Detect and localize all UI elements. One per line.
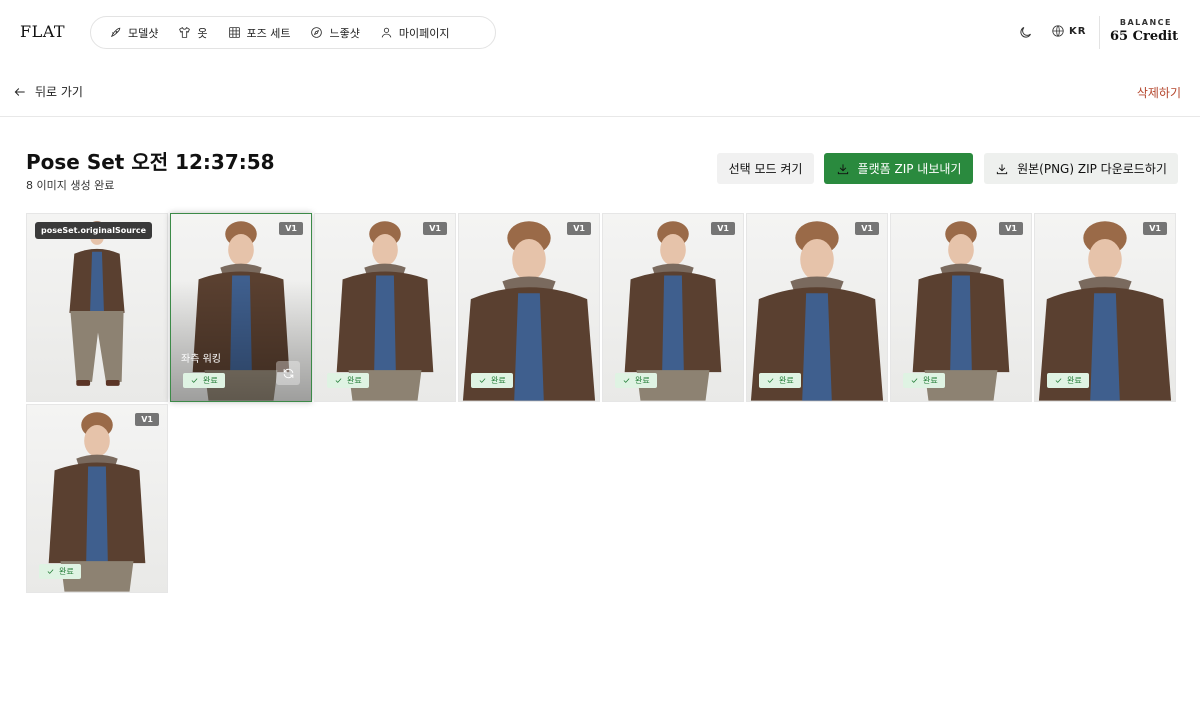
nav-item-model-shot[interactable]: 모델샷 [99,16,168,49]
balance-value: 65 Credit [1110,29,1179,44]
back-label: 뒤로 가기 [35,85,83,99]
check-icon [47,569,54,574]
nav-item-label: 모델샷 [128,26,159,40]
check-icon [191,378,198,383]
compass-icon [311,27,323,38]
status-badge: 완료 [183,373,225,388]
version-badge: V1 [711,222,735,235]
arrow-left-icon [14,87,25,96]
status-label: 완료 [491,376,506,385]
language-selector[interactable]: KR [1051,24,1086,38]
version-badge: V1 [423,222,447,235]
nav-item-label: 옷 [197,26,208,40]
generated-image-tile[interactable]: V1 완료 [746,213,888,402]
status-label: 완료 [347,376,362,385]
generated-image-tile[interactable]: V1 완료 [314,213,456,402]
pose-label: 좌측 워킹 [181,354,221,365]
generated-image-tile[interactable]: V1 완료 [26,404,168,593]
nav-item-label: 포즈 세트 [246,26,291,40]
rocket-icon [111,27,121,37]
delete-button[interactable]: 삭제하기 [1137,84,1181,101]
language-label: KR [1069,25,1087,37]
check-icon [623,378,630,383]
version-badge: V1 [1143,222,1167,235]
status-label: 완료 [203,376,218,385]
status-badge: 완료 [39,564,81,579]
generated-image-tile[interactable]: V1 완료 [602,213,744,402]
grid-icon [228,27,240,38]
balance-label: BALANCE [1119,18,1172,27]
version-badge: V1 [999,222,1023,235]
status-badge: 완료 [327,373,369,388]
balance-display: BALANCE 65 Credit [1110,18,1179,44]
status-badge: 완료 [759,373,801,388]
check-icon [335,378,342,383]
shirt-icon [179,27,191,38]
download-icon [996,163,1008,174]
download-icon [837,163,848,174]
version-badge: V1 [855,222,879,235]
status-label: 완료 [1067,376,1082,385]
page-subtitle: 8 이미지 생성 완료 [26,179,115,192]
status-badge: 완료 [903,373,945,388]
generated-image-tile[interactable]: 좌측 워킹 V1 완료 [170,213,312,402]
main-nav: 모델샷 옷 포즈 세트 느좋샷 마이페이지 [90,16,496,49]
nav-item-clothes[interactable]: 옷 [168,16,217,49]
check-icon [479,378,486,383]
check-icon [1055,378,1062,383]
check-icon [767,378,774,383]
status-label: 완료 [923,376,938,385]
nav-item-label: 느좋샷 [329,26,360,40]
back-button[interactable]: 뒤로 가기 [13,83,83,100]
generated-image-tile[interactable]: V1 완료 [458,213,600,402]
nav-item-my-page[interactable]: 마이페이지 [370,16,460,49]
globe-icon [1052,25,1064,37]
select-mode-label: 선택 모드 켜기 [728,162,803,176]
source-image-tile[interactable]: poseSet.originalSource [26,213,168,402]
version-badge: V1 [279,222,303,235]
check-icon [911,378,918,383]
regenerate-button[interactable] [276,361,300,385]
header-divider [1099,16,1100,49]
user-icon [381,27,392,38]
nav-item-pose-set[interactable]: 포즈 세트 [218,16,301,49]
top-navigation-bar: FLAT 모델샷 옷 포즈 세트 느좋샷 마이페이지 KR BALANCE 65… [0,0,1200,66]
refresh-icon [283,368,293,378]
status-badge: 완료 [1047,373,1089,388]
select-mode-button[interactable]: 선택 모드 켜기 [717,153,814,184]
status-label: 완료 [779,376,794,385]
nav-item-label: 마이페이지 [398,26,450,40]
sub-header: 뒤로 가기 삭제하기 [0,66,1200,117]
status-label: 완료 [635,376,650,385]
logo[interactable]: FLAT [20,22,65,41]
status-badge: 완료 [615,373,657,388]
export-zip-button[interactable]: 플랫폼 ZIP 내보내기 [824,153,973,184]
version-badge: V1 [135,413,159,426]
version-badge: V1 [567,222,591,235]
original-source-badge: poseSet.originalSource [35,222,153,239]
status-label: 완료 [59,567,74,576]
moon-icon[interactable] [1018,25,1033,40]
nav-item-vibe-shot[interactable]: 느좋샷 [300,16,369,49]
generated-image-tile[interactable]: V1 완료 [1034,213,1176,402]
model-photo [69,221,125,386]
page-title: Pose Set 오전 12:37:58 [26,150,275,174]
original-zip-button[interactable]: 원본(PNG) ZIP 다운로드하기 [984,153,1178,184]
generated-image-tile[interactable]: V1 완료 [890,213,1032,402]
export-zip-label: 플랫폼 ZIP 내보내기 [857,162,962,176]
original-zip-label: 원본(PNG) ZIP 다운로드하기 [1017,162,1167,176]
status-badge: 완료 [471,373,513,388]
